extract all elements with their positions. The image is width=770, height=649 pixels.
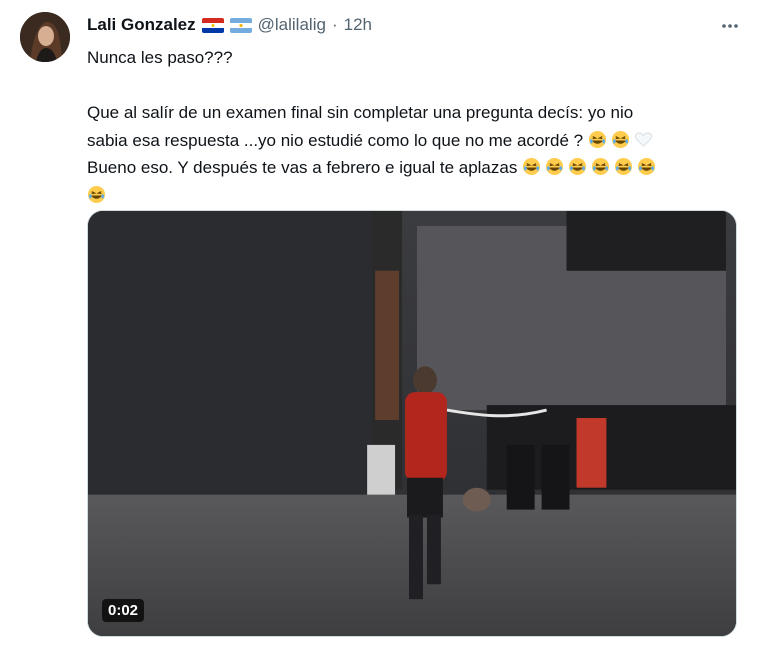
tweet-line-2a: Que al salír de un examen final sin comp… (87, 103, 634, 122)
tweet-line-1: Nunca les paso??? (87, 48, 233, 67)
author-avatar[interactable] (20, 12, 70, 62)
rolling-laughing-emoji-icon (611, 130, 630, 149)
white-heart-emoji-icon (634, 130, 653, 149)
timestamp[interactable]: 12h (344, 15, 372, 35)
rolling-laughing-emoji-icon (522, 157, 541, 176)
tweet-line-2b-text: sabia esa respuesta ...yo nio estudié co… (87, 130, 588, 150)
video-frame (88, 211, 736, 636)
separator-dot: · (331, 15, 338, 34)
tweet-line-2c: Bueno eso. Y después te vas a febrero e … (87, 154, 747, 182)
rolling-laughing-emoji-icon (568, 157, 587, 176)
tweet-line-3 (87, 182, 747, 210)
video-player[interactable]: 0:02 (87, 210, 737, 637)
author-name[interactable]: Lali Gonzalez (87, 15, 196, 35)
paraguay-flag-icon (201, 17, 224, 33)
rolling-laughing-emoji-icon (588, 130, 607, 149)
author-handle[interactable]: @lalilalig (258, 15, 326, 35)
rolling-laughing-emoji-icon (637, 157, 656, 176)
rolling-laughing-emoji-icon (591, 157, 610, 176)
tweet-line-2c-text: Bueno eso. Y después te vas a febrero e … (87, 158, 523, 177)
argentina-flag-icon (229, 17, 252, 33)
tweet-text: Nunca les paso??? Que al salír de un exa… (87, 44, 747, 209)
tweet-line-2b: sabia esa respuesta ...yo nio estudié co… (87, 127, 747, 155)
more-options-button[interactable] (718, 14, 742, 38)
tweet: Lali Gonzalez @lalilalig · 12h Nunca les… (0, 0, 770, 649)
tweet-header: Lali Gonzalez @lalilalig · 12h (87, 14, 372, 36)
rolling-laughing-emoji-icon (614, 157, 633, 176)
rolling-laughing-emoji-icon (545, 157, 564, 176)
more-options-icon (722, 24, 738, 28)
video-duration: 0:02 (102, 599, 145, 622)
rolling-laughing-emoji-icon (87, 185, 106, 204)
